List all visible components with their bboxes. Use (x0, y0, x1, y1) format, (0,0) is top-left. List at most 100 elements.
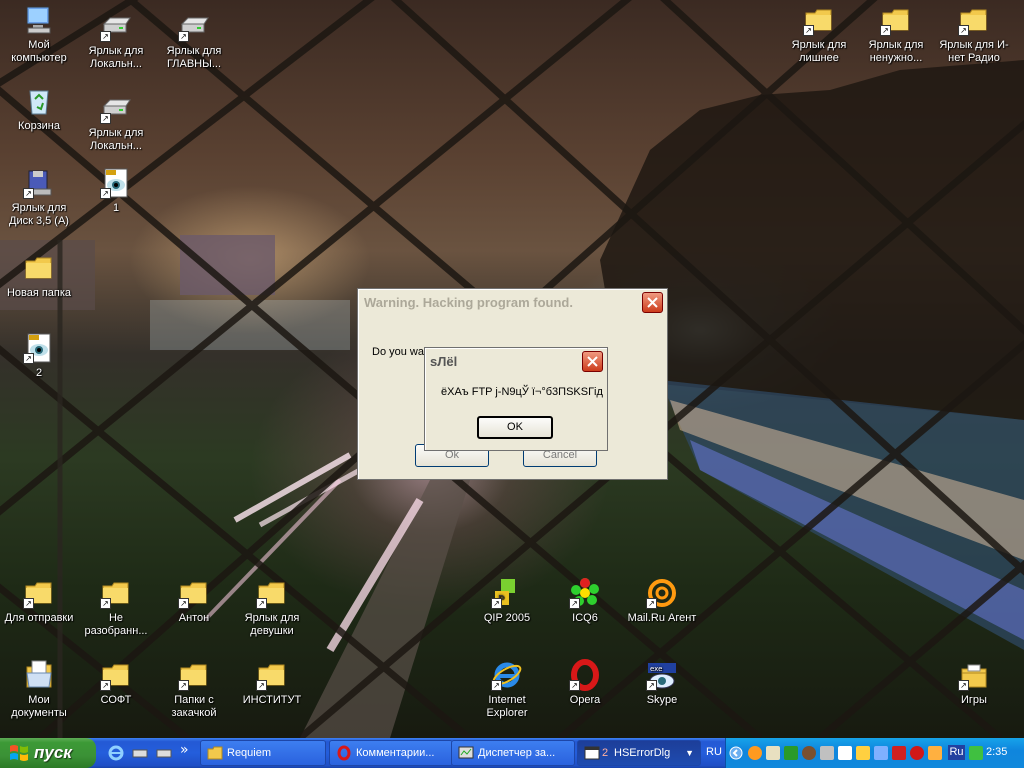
shortcut-arrow-icon: ↗ (256, 680, 267, 691)
quick-launch-more-button[interactable]: » (180, 742, 189, 758)
image-file-icon: ↗ (23, 332, 55, 364)
shortcut-arrow-icon: ↗ (100, 113, 111, 124)
desktop-icon-games[interactable]: ↗ Игры (935, 659, 1013, 707)
shortcut-arrow-icon: ↗ (178, 31, 189, 42)
green-tray-icon[interactable] (784, 746, 798, 760)
tray-collapse-icon[interactable] (729, 746, 743, 760)
desktop-icon-skype[interactable]: exe ↗ Skype (623, 659, 701, 707)
internet-explorer-icon: ↗ (491, 659, 523, 691)
desktop-icon-mailru[interactable]: ↗ Mail.Ru Агент (623, 577, 701, 625)
desktop-icon-new-folder[interactable]: Новая папка (0, 252, 78, 300)
desktop-icon-label: Мой компьютер (11, 39, 67, 64)
drive-icon[interactable] (132, 745, 148, 761)
warning-title: Warning. Hacking program found. (364, 295, 573, 310)
network-icon[interactable] (874, 746, 888, 760)
shortcut-arrow-icon: ↗ (23, 598, 34, 609)
info-icon[interactable] (766, 746, 780, 760)
desktop-icon-for-sending[interactable]: ↗ Для отправки (0, 577, 78, 625)
shortcut-arrow-icon: ↗ (256, 598, 267, 609)
firefox-icon[interactable] (748, 746, 762, 760)
taskbar-button-2[interactable]: Комментарии... (329, 740, 453, 766)
desktop-icon-download-folders[interactable]: ↗ Папки с закачкой (155, 659, 233, 720)
qip-icon: P↗ (491, 577, 523, 609)
error-titlebar[interactable]: sЛёl (425, 348, 607, 374)
desktop-icon-image-2[interactable]: ↗ 2 (0, 332, 78, 380)
error-close-button[interactable] (582, 351, 603, 372)
application-tray-icon[interactable] (820, 746, 834, 760)
start-button[interactable]: пуск (0, 738, 96, 768)
desktop-icon-shortcut-unneeded[interactable]: ↗ Ярлык для ненужно... (857, 4, 935, 65)
desktop-icon-floppy-shortcut[interactable]: ↗ Ярлык для Диск 3,5 (A) (0, 167, 78, 228)
icq-flower-icon: ↗ (569, 577, 601, 609)
shortcut-arrow-icon: ↗ (100, 598, 111, 609)
task-manager-icon (458, 745, 474, 761)
folder-icon: ↗ (803, 4, 835, 36)
desktop-icon-label: 2 (35, 367, 43, 379)
folder-icon: ↗ (100, 577, 132, 609)
error-ok-button[interactable]: OK (477, 416, 553, 439)
folder-icon (207, 745, 223, 761)
drive-icon[interactable] (156, 745, 172, 761)
desktop-icon-my-documents[interactable]: Мои документы (0, 659, 78, 720)
shortcut-arrow-icon: ↗ (646, 680, 657, 691)
shortcut-arrow-icon: ↗ (23, 188, 34, 199)
brown-tray-icon[interactable] (802, 746, 816, 760)
desktop-icon-opera[interactable]: ↗ Opera (546, 659, 624, 707)
desktop-icon-unsorted[interactable]: ↗ Не разобранн... (77, 577, 155, 638)
taskbar-button-label: Requiem (227, 747, 272, 759)
taskbar-button-label: Диспетчер за... (478, 747, 556, 759)
desktop-icon-ie[interactable]: ↗ Internet Explorer (468, 659, 546, 720)
connection-icon[interactable] (969, 746, 983, 760)
desktop-icon-label: Не разобранн... (84, 612, 148, 637)
windows-logo-icon (10, 745, 28, 761)
shortcut-arrow-icon: ↗ (491, 598, 502, 609)
desktop-icon-qip[interactable]: P↗ QIP 2005 (468, 577, 546, 625)
tray-language[interactable]: Ru (948, 745, 965, 760)
drive-icon: ↗ (100, 92, 132, 124)
desktop-icon-main-shortcut[interactable]: ↗ Ярлык для ГЛАВНЫ... (155, 10, 233, 71)
error-title: sЛёl (430, 354, 458, 369)
start-label: пуск (34, 743, 72, 762)
desktop[interactable]: Мой компьютер ↗ Ярлык для Локальн... ↗ Ярлык… (0, 0, 1024, 738)
warning-close-button[interactable] (642, 292, 663, 313)
desktop-icon-local-shortcut-1[interactable]: ↗ Ярлык для Локальн... (77, 10, 155, 71)
desktop-icon-local-shortcut-2[interactable]: ↗ Ярлык для Локальн... (77, 92, 155, 153)
desktop-icon-institute[interactable]: ↗ ИНСТИТУТ (233, 659, 311, 707)
internet-explorer-icon[interactable] (108, 745, 124, 761)
utility-tray-icon[interactable] (838, 746, 852, 760)
desktop-icon-icq[interactable]: ↗ ICQ6 (546, 577, 624, 625)
my-computer-icon (23, 4, 55, 36)
quick-launch: » (104, 738, 196, 768)
error-dialog: sЛёl ёХАъ FTP ј-N9цЎ ї¬°б3ПSKSГiд OK (424, 347, 608, 451)
mail-agent-icon[interactable] (928, 746, 942, 760)
opera-icon[interactable] (910, 746, 924, 760)
desktop-icon-label: QIP 2005 (483, 612, 531, 624)
desktop-icon-label: Ярлык для ненужно... (868, 39, 924, 64)
desktop-icon-label: Skype (646, 694, 678, 706)
taskbar-button-4[interactable]: 2 HSErrorDlg ▼ (577, 740, 701, 766)
desktop-icon-soft[interactable]: ↗ СОФТ (77, 659, 155, 707)
yandex-icon[interactable] (892, 746, 906, 760)
desktop-icon-label: Игры (961, 694, 987, 706)
desktop-icon-shortcut-extra[interactable]: ↗ Ярлык для лишнее (780, 4, 858, 65)
clock[interactable]: 2:35 (986, 746, 1007, 758)
desktop-icon-recycle-bin[interactable]: Корзина (0, 85, 78, 133)
task-group-count: 2 (602, 747, 609, 759)
taskbar-button-label: Комментарии... (356, 747, 435, 759)
desktop-icon-anton[interactable]: ↗ Антон (155, 577, 233, 625)
desktop-icon-label: Opera (569, 694, 601, 706)
desktop-icon-image-1[interactable]: ↗ 1 (77, 167, 155, 215)
taskbar-button-3[interactable]: Диспетчер за... (451, 740, 575, 766)
desktop-icon-for-girls[interactable]: ↗ Ярлык для девушки (233, 577, 311, 638)
warning-titlebar[interactable]: Warning. Hacking program found. (358, 289, 667, 315)
desktop-icon-label: Internet Explorer (486, 694, 528, 719)
desktop-icon-label: ICQ6 (572, 612, 598, 624)
shortcut-arrow-icon: ↗ (569, 598, 580, 609)
language-indicator[interactable]: RU (706, 746, 722, 758)
desktop-icon-label: Ярлык для девушки (244, 612, 300, 637)
taskbar-button-1[interactable]: Requiem (200, 740, 326, 766)
desktop-icon-my-computer[interactable]: Мой компьютер (0, 4, 78, 65)
desktop-icon-shortcut-radio[interactable]: ↗ Ярлык для И-нет Радио (935, 4, 1013, 65)
icq-tray-icon[interactable] (856, 746, 870, 760)
close-icon (587, 356, 598, 367)
